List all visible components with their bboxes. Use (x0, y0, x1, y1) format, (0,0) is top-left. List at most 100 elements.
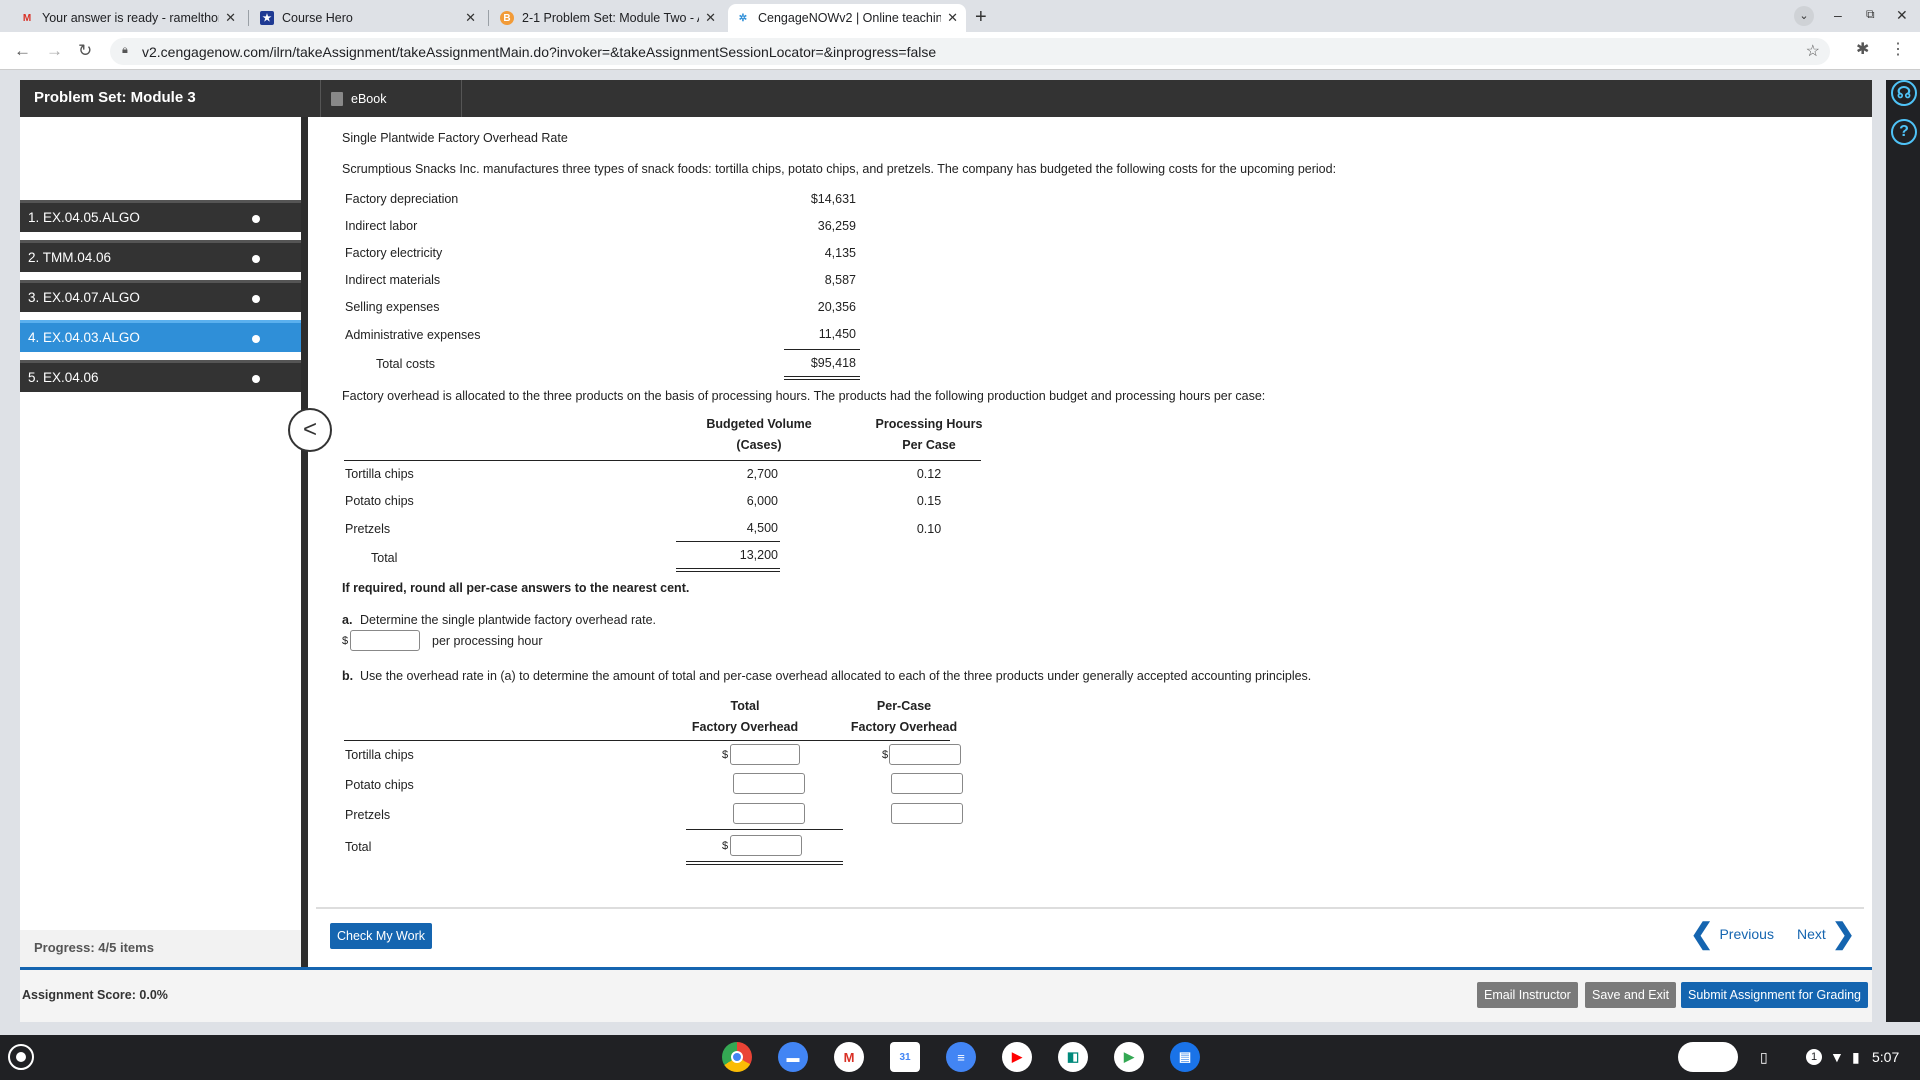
collapse-sidebar-chevron-icon[interactable]: < (288, 408, 332, 452)
messages-icon[interactable]: ▤ (1170, 1042, 1200, 1072)
restore-icon[interactable]: ⧉ (1866, 7, 1875, 22)
tab-cengage[interactable]: ✲ CengageNOWv2 | Online teachin ✕ (728, 4, 966, 32)
col-header: Budgeted Volume (706, 417, 812, 431)
sidebar-item-4[interactable]: 4. EX.04.03.ALGO (20, 320, 301, 352)
sidebar-item-2[interactable]: 2. TMM.04.06 (20, 240, 301, 272)
pretzels-per-case-input[interactable] (891, 803, 963, 824)
cost-label: Indirect labor (345, 219, 418, 233)
url-text: v2.cengagenow.com/ilrn/takeAssignment/ta… (142, 44, 937, 60)
cost-label: Factory electricity (345, 246, 443, 260)
sidebar-item-1[interactable]: 1. EX.04.05.ALGO (20, 200, 301, 232)
chevron-left-icon: ❮ (1690, 918, 1714, 949)
sidebar-item-label: 5. EX.04.06 (28, 370, 99, 385)
col-header: (Cases) (736, 438, 782, 452)
right-help-bar: ☊ ? (1886, 80, 1920, 1022)
bookmark-star-icon[interactable]: ☆ (1806, 41, 1820, 61)
sidebar-item-label: 3. EX.04.07.ALGO (28, 290, 140, 305)
check-my-work-button[interactable]: Check My Work (330, 923, 432, 949)
cost-label: Selling expenses (345, 300, 440, 314)
headset-support-icon[interactable]: ☊ (1891, 80, 1917, 106)
help-question-icon[interactable]: ? (1891, 119, 1917, 145)
close-icon[interactable]: ✕ (705, 10, 716, 26)
product-name: Pretzels (345, 522, 391, 536)
sidebar-item-label: 1. EX.04.05.ALGO (28, 210, 140, 225)
notification-count[interactable]: 1 (1806, 1049, 1822, 1065)
play-store-icon[interactable]: ▶ (1114, 1042, 1144, 1072)
intro-text: Scrumptious Snacks Inc. manufactures thr… (342, 162, 1337, 176)
total-overhead-input[interactable] (730, 835, 802, 856)
gmail-app-icon[interactable]: M (834, 1042, 864, 1072)
phone-icon[interactable]: ▯ (1760, 1049, 1768, 1066)
assignment-score: Assignment Score: 0.0% (22, 988, 168, 1002)
brainly-icon: B (500, 11, 514, 25)
clock-time[interactable]: 5:07 (1872, 1049, 1899, 1065)
product-volume: 4,500 (746, 521, 778, 535)
gmail-icon: M (22, 12, 32, 24)
docs-icon[interactable]: ≡ (946, 1042, 976, 1072)
potato-per-case-input[interactable] (891, 773, 963, 794)
calendar-icon[interactable]: 31 (890, 1042, 920, 1072)
next-button[interactable]: Next ❯ (1797, 920, 1861, 948)
col-header: Processing Hours (875, 417, 983, 431)
overhead-rate-input[interactable] (350, 630, 420, 651)
part-b-letter: b. (342, 669, 354, 683)
launcher-icon[interactable] (8, 1044, 34, 1070)
browser-tab-bar: M Your answer is ready - ramelthor ✕ ★ C… (0, 0, 1920, 32)
files-icon[interactable]: ▬ (778, 1042, 808, 1072)
product-hours: 0.12 (916, 467, 942, 481)
status-dot-icon (252, 335, 260, 343)
tab-gmail[interactable]: M Your answer is ready - ramelthor ✕ (12, 4, 244, 32)
battery-icon[interactable]: ▮ (1852, 1049, 1860, 1066)
score-bar: Assignment Score: 0.0% Email Instructor … (20, 967, 1872, 1022)
part-b-text: Use the overhead rate in (a) to determin… (360, 669, 1312, 683)
sidebar-item-label: 2. TMM.04.06 (28, 250, 112, 265)
save-and-exit-button[interactable]: Save and Exit (1585, 982, 1677, 1008)
close-icon[interactable]: ✕ (225, 10, 236, 26)
youtube-icon[interactable]: ▶ (1002, 1042, 1032, 1072)
col-header: Total (730, 699, 760, 713)
close-icon[interactable]: ✕ (465, 10, 476, 26)
product-hours: 0.15 (916, 494, 942, 508)
problem-content: Single Plantwide Factory Overhead Rate S… (316, 117, 1864, 907)
email-instructor-button[interactable]: Email Instructor (1477, 982, 1578, 1008)
sidebar-item-3[interactable]: 3. EX.04.07.ALGO (20, 280, 301, 312)
tab-brainly[interactable]: B 2-1 Problem Set: Module Two - A ✕ (492, 4, 724, 32)
cost-label: Indirect materials (345, 273, 441, 287)
submit-assignment-button[interactable]: Submit Assignment for Grading (1681, 982, 1868, 1008)
close-window-icon[interactable]: ✕ (1896, 7, 1908, 24)
col-header: Factory Overhead (691, 720, 799, 734)
phone-hub-icon[interactable] (1678, 1042, 1738, 1072)
wifi-icon[interactable]: ▼ (1830, 1049, 1844, 1065)
tortilla-total-overhead-input[interactable] (730, 744, 800, 765)
chrome-icon[interactable] (722, 1042, 752, 1072)
menu-kebab-icon[interactable]: ⋮ (1890, 39, 1906, 59)
meet-icon[interactable]: ◧ (1058, 1042, 1088, 1072)
tortilla-per-case-input[interactable] (889, 744, 961, 765)
next-label: Next (1797, 926, 1826, 942)
col-header: Per Case (902, 438, 956, 452)
tab-coursehero[interactable]: ★ Course Hero ✕ (252, 4, 484, 32)
sidebar-item-5[interactable]: 5. EX.04.06 (20, 360, 301, 392)
lock-icon: 🔒︎ (122, 44, 128, 56)
pretzels-total-overhead-input[interactable] (733, 803, 805, 824)
minimize-icon[interactable]: – (1834, 7, 1842, 23)
new-tab-plus-icon[interactable]: + (975, 6, 987, 29)
extensions-puzzle-icon[interactable]: ✱ (1856, 39, 1869, 59)
status-dot-icon (252, 255, 260, 263)
ebook-button[interactable]: eBook (320, 80, 462, 117)
cost-value: 4,135 (824, 246, 856, 260)
sidebar-item-label: 4. EX.04.03.ALGO (28, 330, 140, 345)
back-arrow-icon[interactable]: ← (14, 41, 31, 61)
cost-value: 8,587 (824, 273, 856, 287)
product-name: Tortilla chips (345, 467, 414, 481)
previous-button[interactable]: ❮ Previous (1684, 920, 1774, 948)
rounding-note: If required, round all per-case answers … (342, 581, 690, 595)
tab-search-chevron-icon[interactable]: ⌄ (1794, 6, 1814, 26)
forward-arrow-icon[interactable]: → (46, 41, 63, 61)
close-icon[interactable]: ✕ (947, 10, 958, 26)
potato-total-overhead-input[interactable] (733, 773, 805, 794)
omnibox[interactable]: 🔒︎ v2.cengagenow.com/ilrn/takeAssignment… (110, 38, 1830, 65)
col-header: Per-Case (876, 699, 932, 713)
total-costs-label: Total costs (376, 357, 436, 371)
reload-icon[interactable]: ↻ (78, 41, 92, 61)
